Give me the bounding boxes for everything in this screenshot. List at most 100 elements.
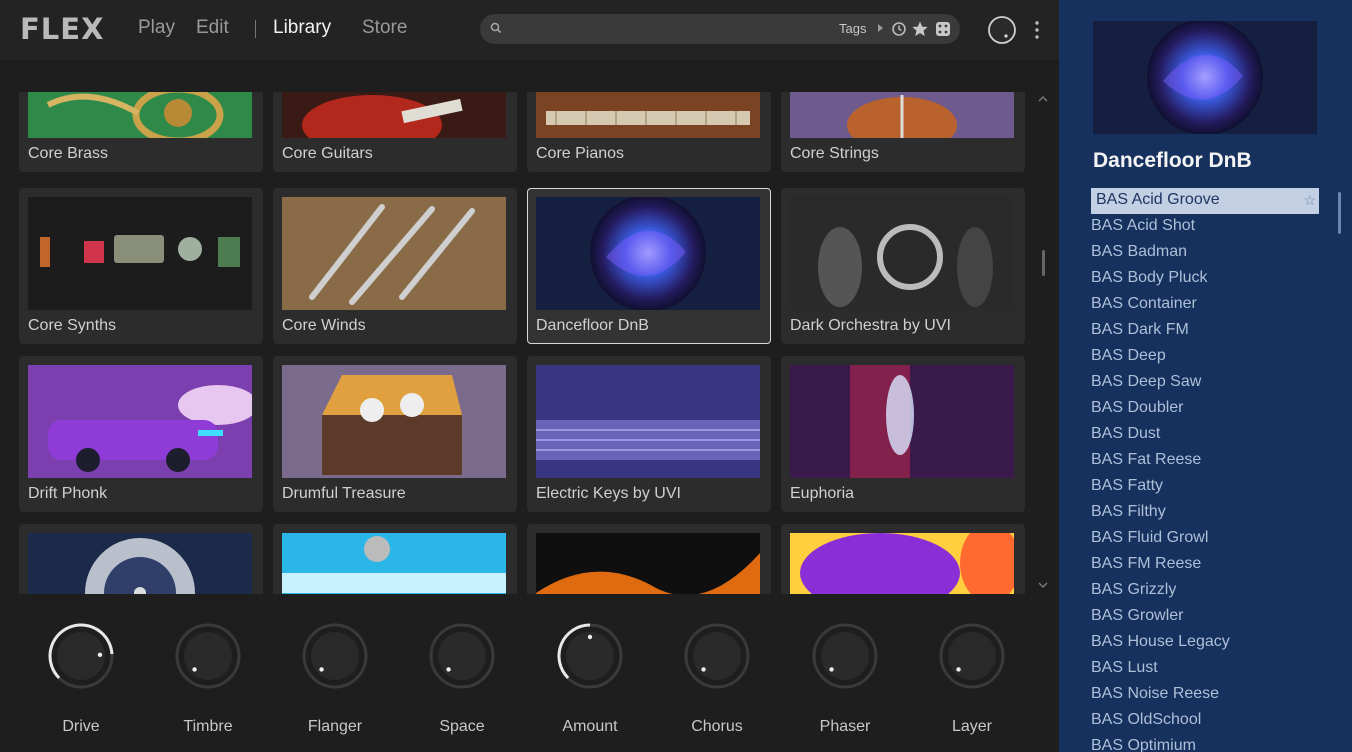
preset-item[interactable]: BAS OldSchool bbox=[1091, 708, 1319, 734]
library-card[interactable]: Drumful Treasure bbox=[273, 356, 517, 512]
preset-list: BAS Acid Groove ☆ BAS Acid Shot BAS Badm… bbox=[1091, 188, 1319, 752]
knob-chorus[interactable]: Chorus bbox=[677, 622, 757, 735]
knob-label: Flanger bbox=[307, 718, 363, 735]
preset-item[interactable]: BAS Dark FM bbox=[1091, 318, 1319, 344]
preset-item[interactable]: BAS Grizzly bbox=[1091, 578, 1319, 604]
knob-space[interactable]: Space bbox=[422, 622, 502, 735]
preset-item[interactable]: BAS FM Reese bbox=[1091, 552, 1319, 578]
card-title: Electric Keys by UVI bbox=[536, 485, 681, 502]
star-icon[interactable] bbox=[911, 20, 929, 38]
history-icon[interactable] bbox=[890, 20, 908, 38]
knob-dial[interactable] bbox=[301, 622, 369, 690]
preset-item[interactable]: BAS Fluid Growl bbox=[1091, 526, 1319, 552]
knob-dial[interactable] bbox=[683, 622, 751, 690]
card-thumbnail bbox=[790, 197, 1014, 310]
preset-label: BAS Acid Groove bbox=[1096, 191, 1220, 208]
card-title: Euphoria bbox=[790, 485, 855, 502]
top-bar: FLEX Play Edit Library Store Tags bbox=[0, 0, 1059, 60]
library-card[interactable]: Drift Phonk bbox=[19, 356, 263, 512]
knob-dial[interactable] bbox=[811, 622, 879, 690]
card-title: Dark Orchestra by UVI bbox=[790, 317, 951, 334]
library-card[interactable]: Core Winds bbox=[273, 188, 517, 344]
preset-item[interactable]: BAS Fat Reese bbox=[1091, 448, 1319, 474]
library-title: Dancefloor DnB bbox=[1093, 149, 1252, 172]
card-thumbnail bbox=[790, 92, 1014, 138]
preset-item[interactable]: BAS Dust bbox=[1091, 422, 1319, 448]
card-thumbnail bbox=[790, 365, 1014, 478]
card-thumbnail bbox=[790, 533, 1014, 594]
card-thumbnail bbox=[28, 197, 252, 310]
knob-dial[interactable] bbox=[47, 622, 115, 690]
tab-library[interactable]: Library bbox=[273, 17, 331, 39]
card-thumbnail bbox=[536, 533, 760, 594]
search-input[interactable] bbox=[510, 14, 810, 44]
card-title: Drumful Treasure bbox=[282, 485, 406, 502]
master-volume-knob[interactable] bbox=[987, 15, 1017, 45]
preset-item[interactable]: BAS Filthy bbox=[1091, 500, 1319, 526]
preset-item[interactable]: BAS Doubler bbox=[1091, 396, 1319, 422]
knob-layer[interactable]: Layer bbox=[932, 622, 1012, 735]
knob-phaser[interactable]: Phaser bbox=[805, 622, 885, 735]
library-card[interactable]: Dark Orchestra by UVI bbox=[781, 188, 1025, 344]
card-title: Core Synths bbox=[28, 317, 117, 334]
card-title: Core Winds bbox=[282, 317, 366, 334]
knob-label: Space bbox=[439, 718, 485, 735]
knob-label: Chorus bbox=[691, 718, 743, 735]
search-bar[interactable]: Tags bbox=[480, 14, 960, 44]
preset-item[interactable]: BAS Fatty bbox=[1091, 474, 1319, 500]
library-card[interactable]: Core Pianos bbox=[527, 92, 771, 172]
library-card[interactable]: Core Guitars bbox=[273, 92, 517, 172]
grid-scrollbar[interactable] bbox=[1042, 250, 1045, 276]
preset-item[interactable]: BAS Noise Reese bbox=[1091, 682, 1319, 708]
preset-browser-panel: Dancefloor DnB BAS Acid Groove ☆ BAS Aci… bbox=[1059, 0, 1352, 752]
tags-filter-button[interactable]: Tags bbox=[839, 21, 866, 36]
library-card[interactable] bbox=[273, 524, 517, 594]
preset-item-selected[interactable]: BAS Acid Groove ☆ bbox=[1091, 188, 1319, 214]
tab-play[interactable]: Play bbox=[138, 17, 175, 39]
tab-edit[interactable]: Edit bbox=[196, 17, 229, 39]
library-card[interactable]: Core Synths bbox=[19, 188, 263, 344]
library-card[interactable] bbox=[781, 524, 1025, 594]
preset-item[interactable]: BAS Container bbox=[1091, 292, 1319, 318]
knob-amount[interactable]: Amount bbox=[550, 622, 630, 735]
preset-item[interactable]: BAS Growler bbox=[1091, 604, 1319, 630]
dice-icon[interactable] bbox=[934, 20, 952, 38]
scroll-down-arrow-icon[interactable] bbox=[1037, 580, 1049, 590]
library-card[interactable] bbox=[19, 524, 263, 594]
preset-item[interactable]: BAS Optimium bbox=[1091, 734, 1319, 752]
knob-dial[interactable] bbox=[174, 622, 242, 690]
knob-drive[interactable]: Drive bbox=[41, 622, 121, 735]
library-card[interactable]: Euphoria bbox=[781, 356, 1025, 512]
scroll-up-arrow-icon[interactable] bbox=[1037, 94, 1049, 104]
library-card[interactable] bbox=[527, 524, 771, 594]
preset-item[interactable]: BAS Body Pluck bbox=[1091, 266, 1319, 292]
card-thumbnail bbox=[282, 92, 506, 138]
preset-item[interactable]: BAS House Legacy bbox=[1091, 630, 1319, 656]
card-thumbnail bbox=[28, 92, 252, 138]
preset-item[interactable]: BAS Deep bbox=[1091, 344, 1319, 370]
tab-store[interactable]: Store bbox=[362, 17, 407, 39]
card-thumbnail bbox=[282, 365, 506, 478]
star-outline-icon[interactable]: ☆ bbox=[1303, 188, 1316, 212]
knob-flanger[interactable]: Flanger bbox=[295, 622, 375, 735]
card-title: Dancefloor DnB bbox=[536, 317, 649, 334]
library-card[interactable]: Core Strings bbox=[781, 92, 1025, 172]
library-card[interactable]: Electric Keys by UVI bbox=[527, 356, 771, 512]
preset-item[interactable]: BAS Acid Shot bbox=[1091, 214, 1319, 240]
library-card[interactable]: Core Brass bbox=[19, 92, 263, 172]
preset-item[interactable]: BAS Deep Saw bbox=[1091, 370, 1319, 396]
preset-item[interactable]: BAS Badman bbox=[1091, 240, 1319, 266]
knob-timbre[interactable]: Timbre bbox=[168, 622, 248, 735]
card-thumbnail bbox=[536, 365, 760, 478]
knob-dial[interactable] bbox=[428, 622, 496, 690]
more-vertical-icon[interactable] bbox=[1031, 19, 1043, 41]
knob-dial[interactable] bbox=[938, 622, 1006, 690]
library-card-selected[interactable]: Dancefloor DnB bbox=[527, 188, 771, 344]
knob-dial[interactable] bbox=[556, 622, 624, 690]
preset-item[interactable]: BAS Lust bbox=[1091, 656, 1319, 682]
library-artwork bbox=[1093, 21, 1317, 134]
tags-arrow-icon bbox=[878, 24, 883, 32]
preset-scrollbar[interactable] bbox=[1338, 192, 1341, 234]
card-thumbnail bbox=[28, 365, 252, 478]
card-title: Core Brass bbox=[28, 145, 109, 162]
